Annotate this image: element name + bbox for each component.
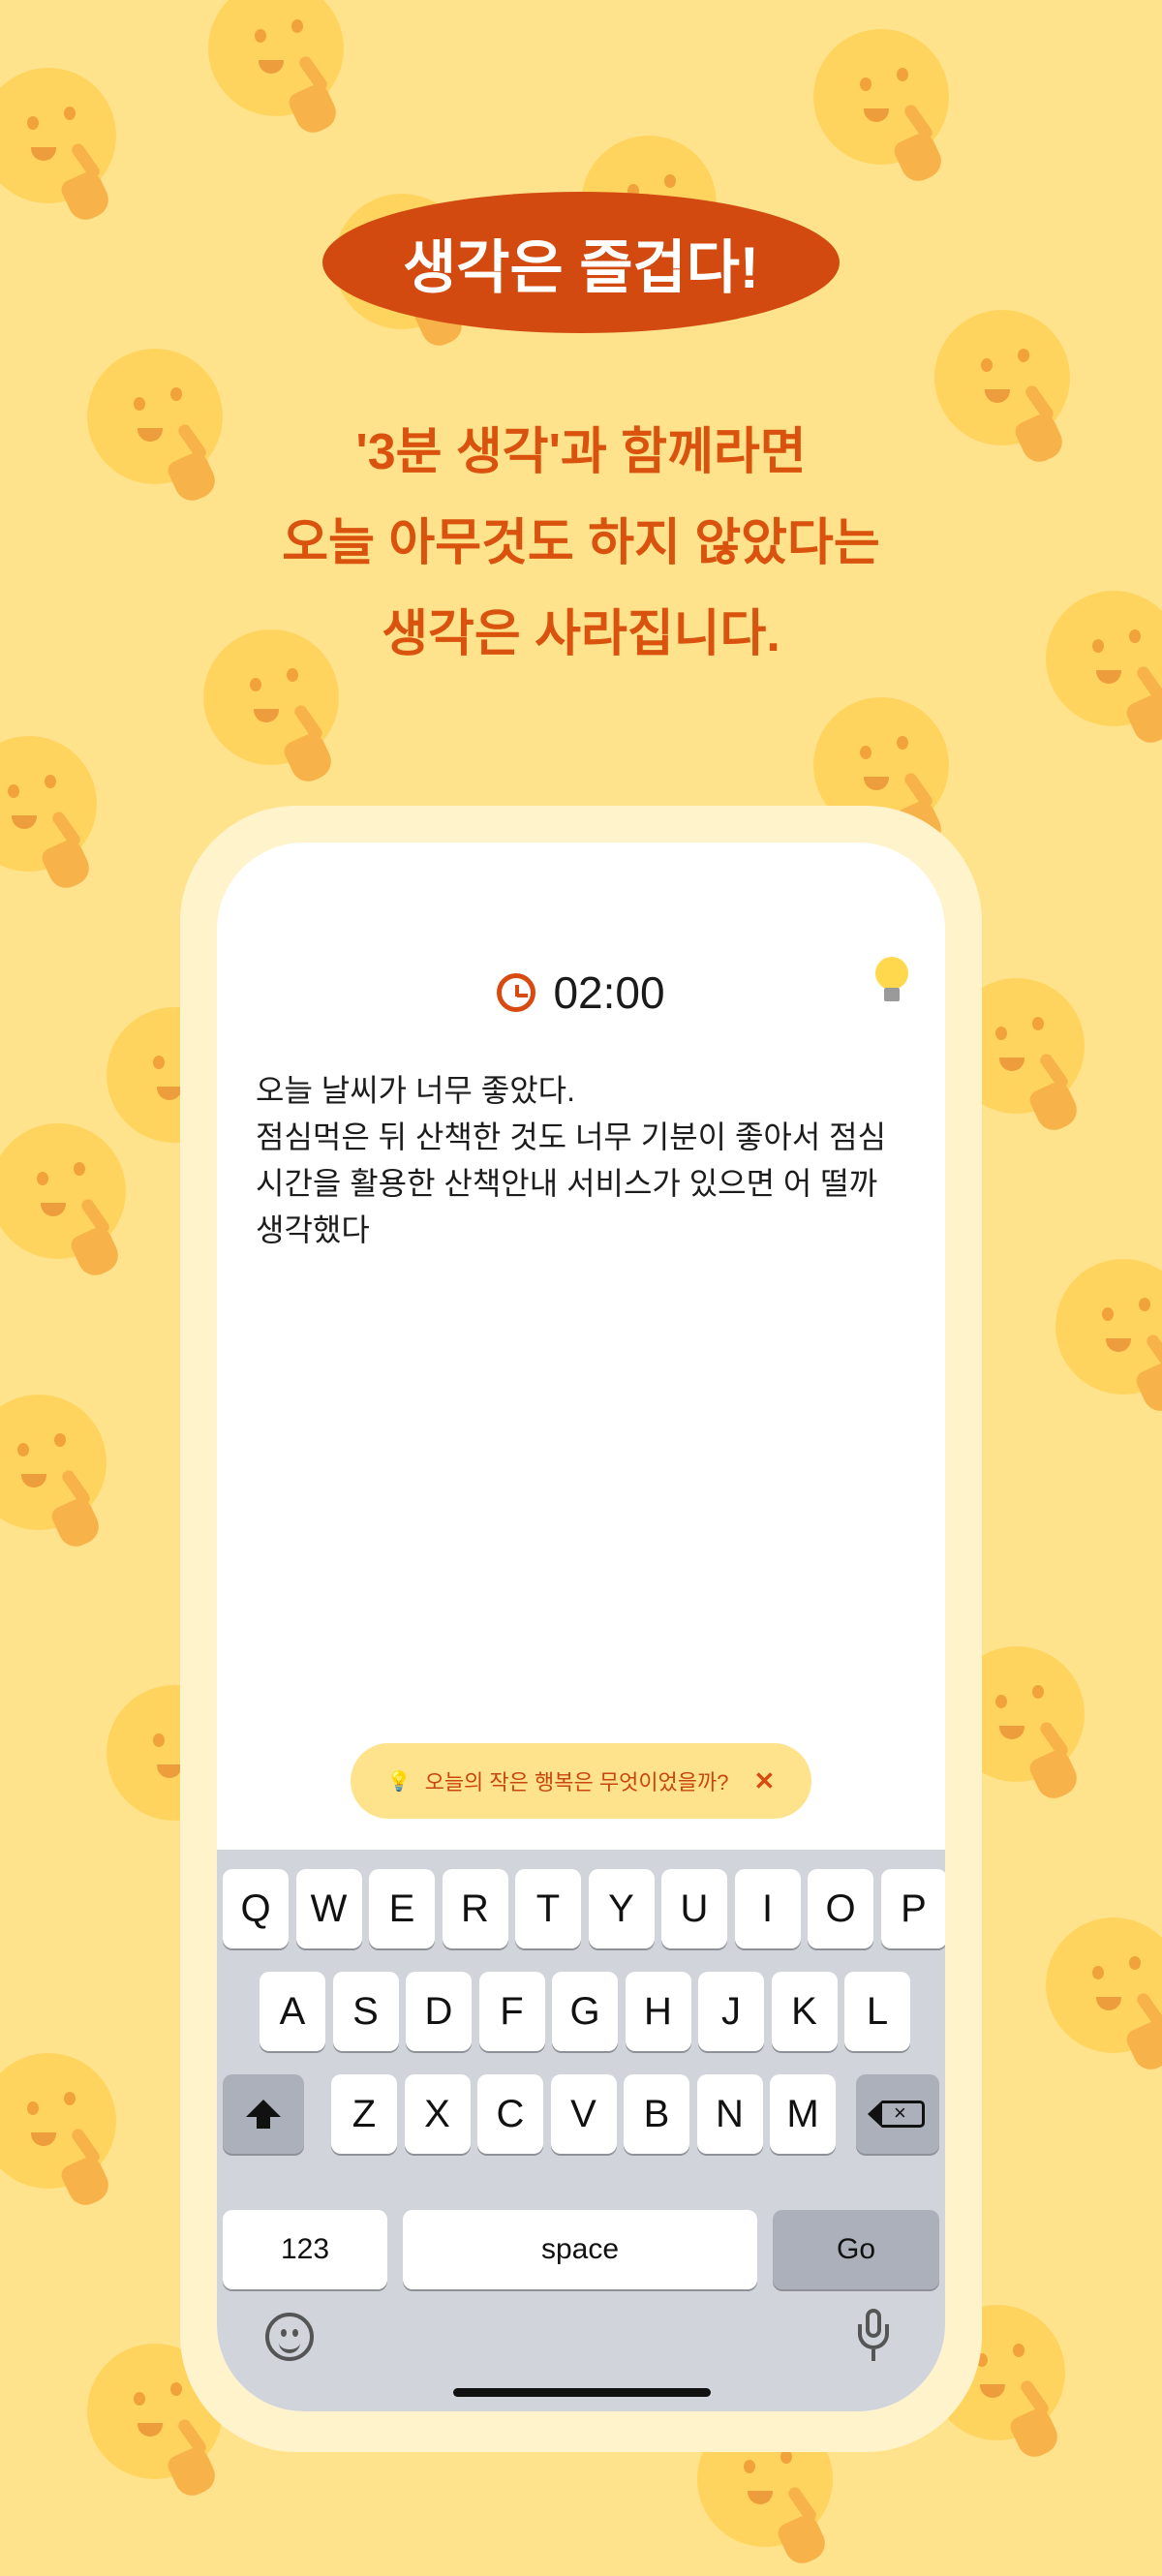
clock-icon [497,973,536,1012]
thinking-emoji-icon [813,29,959,194]
key-i[interactable]: I [734,1869,801,1948]
go-key-label: Go [836,2233,876,2265]
key-w[interactable]: W [295,1869,362,1948]
key-b[interactable]: B [624,2074,689,2154]
backspace-key[interactable]: × [856,2074,939,2154]
key-q[interactable]: Q [223,1869,289,1948]
key-s[interactable]: S [332,1972,399,2051]
key-z[interactable]: Z [331,2074,397,2154]
key-n[interactable]: N [696,2074,763,2154]
key-l[interactable]: L [844,1972,910,2051]
subtitle-line-1: '3분 생각'과 함께라면 [355,424,807,480]
bulb-base [884,988,900,1001]
phone-screen: 02:00 오늘 날씨가 너무 좋았다. 점심먹은 뒤 산책한 것도 너무 기분… [217,843,945,2411]
subtitle-line-3: 생각은 사라집니다. [382,606,780,662]
shift-icon [246,2098,281,2131]
thinking-emoji-icon [1046,591,1162,755]
subtitle: '3분 생각'과 함께라면 오늘 아무것도 하지 않았다는 생각은 사라집니다. [145,407,1017,680]
key-g[interactable]: G [552,1972,618,2051]
key-f[interactable]: F [478,1972,545,2051]
bulb-glass [875,957,908,990]
microphone-icon[interactable] [856,2309,891,2365]
thinking-emoji-icon [208,0,353,145]
key-d[interactable]: D [406,1972,472,2051]
key-e[interactable]: E [369,1869,435,1948]
lightbulb-icon[interactable] [873,957,910,1007]
key-h[interactable]: H [625,1972,691,2051]
space-key[interactable]: space [403,2210,757,2289]
close-icon[interactable]: ✕ [754,1766,776,1796]
thinking-emoji-icon [0,1123,136,1288]
thinking-emoji-icon [0,736,107,901]
prompt-chip[interactable]: 💡 오늘의 작은 행복은 무엇이었을까? ✕ [351,1743,811,1819]
thinking-emoji-icon [1055,1259,1162,1424]
numbers-key-label: 123 [280,2233,330,2265]
key-c[interactable]: C [477,2074,543,2154]
key-r[interactable]: R [442,1869,508,1948]
key-v[interactable]: V [550,2074,617,2154]
thinking-emoji-icon [0,68,126,232]
headline-text: 생각은 즐겁다! [403,234,759,300]
shift-key[interactable] [223,2074,304,2154]
prompt-text: 오늘의 작은 행복은 무엇이었을까? [424,1770,729,1794]
keyboard: 123 space Go × QWERTYUIOP ASDFGHJKL ZXCVBN… [217,1850,945,2411]
timer-row: 02:00 [217,959,945,1027]
thinking-emoji-icon [0,2053,126,2218]
lightbulb-icon: 💡 [386,1770,412,1793]
key-j[interactable]: J [698,1972,764,2051]
go-key[interactable]: Go [773,2210,939,2289]
numbers-key[interactable]: 123 [223,2210,387,2289]
space-key-label: space [540,2233,620,2265]
key-a[interactable]: A [260,1972,325,2051]
key-o[interactable]: O [808,1869,873,1948]
backspace-icon: × [868,2101,925,2128]
key-y[interactable]: Y [588,1869,655,1948]
headline-badge: 생각은 즐겁다! [322,192,840,333]
key-k[interactable]: K [771,1972,838,2051]
key-u[interactable]: U [661,1869,727,1948]
home-indicator [453,2388,711,2397]
key-x[interactable]: X [404,2074,471,2154]
emoji-icon[interactable] [265,2313,314,2361]
key-p[interactable]: P [880,1869,945,1948]
timer-display: 02:00 [553,967,665,1018]
thinking-emoji-icon [1046,1917,1162,2082]
subtitle-line-2: 오늘 아무것도 하지 않았다는 [282,515,880,571]
thinking-emoji-icon [0,1395,116,1559]
key-m[interactable]: M [770,2074,836,2154]
note-textarea[interactable]: 오늘 날씨가 너무 좋았다. 점심먹은 뒤 산책한 것도 너무 기분이 좋아서 … [256,1067,914,1253]
key-t[interactable]: T [515,1869,581,1948]
